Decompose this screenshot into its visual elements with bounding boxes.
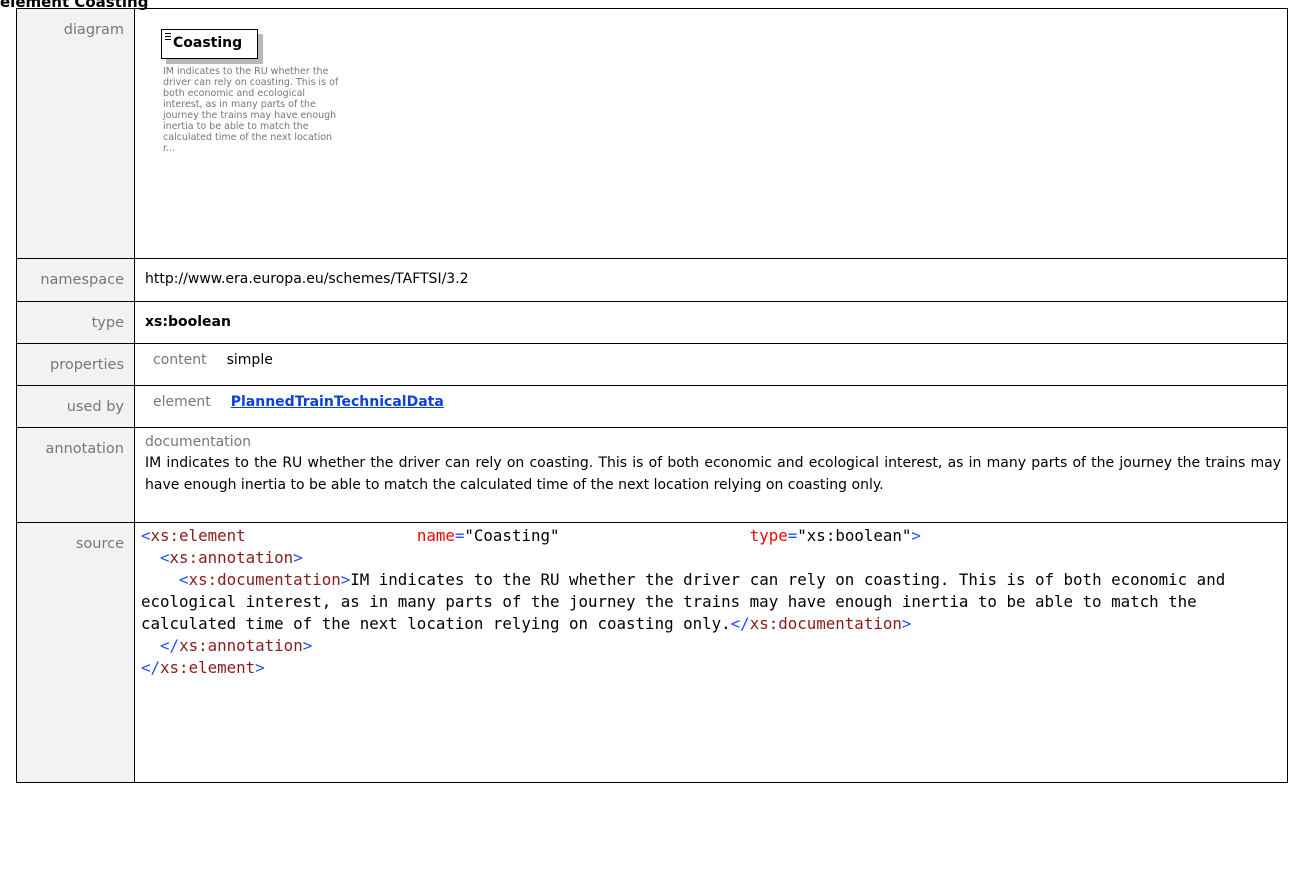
- label-diagram: diagram: [16, 8, 135, 259]
- label-source: source: [16, 522, 135, 783]
- label-annotation: annotation: [16, 427, 135, 523]
- used-by-entry: element PlannedTrainTechnicalData: [145, 386, 1281, 410]
- namespace-value: http://www.era.europa.eu/schemes/TAFTSI/…: [145, 271, 469, 287]
- property-content: content simple: [145, 344, 1281, 368]
- property-value: simple: [226, 352, 273, 368]
- diagram-cell: Coasting IM indicates to the RU whether …: [134, 8, 1288, 259]
- used-by-link[interactable]: PlannedTrainTechnicalData: [231, 394, 444, 410]
- diagram-doc-preview: IM indicates to the RU whether the drive…: [163, 66, 339, 154]
- row-used-by: used by element PlannedTrainTechnicalDat…: [16, 385, 1288, 428]
- property-key: content: [153, 352, 207, 368]
- row-annotation: annotation documentation IM indicates to…: [16, 427, 1288, 523]
- element-properties-table: diagram Coasting IM indicates to the RU …: [16, 8, 1288, 783]
- annotation-doc-text: IM indicates to the RU whether the drive…: [145, 455, 1281, 493]
- diagram-element-box[interactable]: Coasting: [161, 29, 258, 59]
- row-diagram: diagram Coasting IM indicates to the RU …: [16, 8, 1288, 259]
- annotation-doc-label: documentation: [145, 434, 252, 450]
- label-properties: properties: [16, 343, 135, 386]
- row-source: source <xs:element name="Coasting" type=…: [16, 522, 1288, 783]
- label-type: type: [16, 301, 135, 344]
- row-properties: properties content simple: [16, 343, 1288, 386]
- label-used-by: used by: [16, 385, 135, 428]
- row-type: type xs:boolean: [16, 301, 1288, 344]
- row-namespace: namespace http://www.era.europa.eu/schem…: [16, 258, 1288, 302]
- used-by-key: element: [153, 394, 211, 410]
- type-value: xs:boolean: [145, 314, 231, 330]
- source-code: <xs:element name="Coasting" type="xs:boo…: [141, 526, 1235, 677]
- element-lines-icon: [165, 33, 171, 40]
- label-namespace: namespace: [16, 258, 135, 302]
- diagram-element-name: Coasting: [173, 35, 243, 51]
